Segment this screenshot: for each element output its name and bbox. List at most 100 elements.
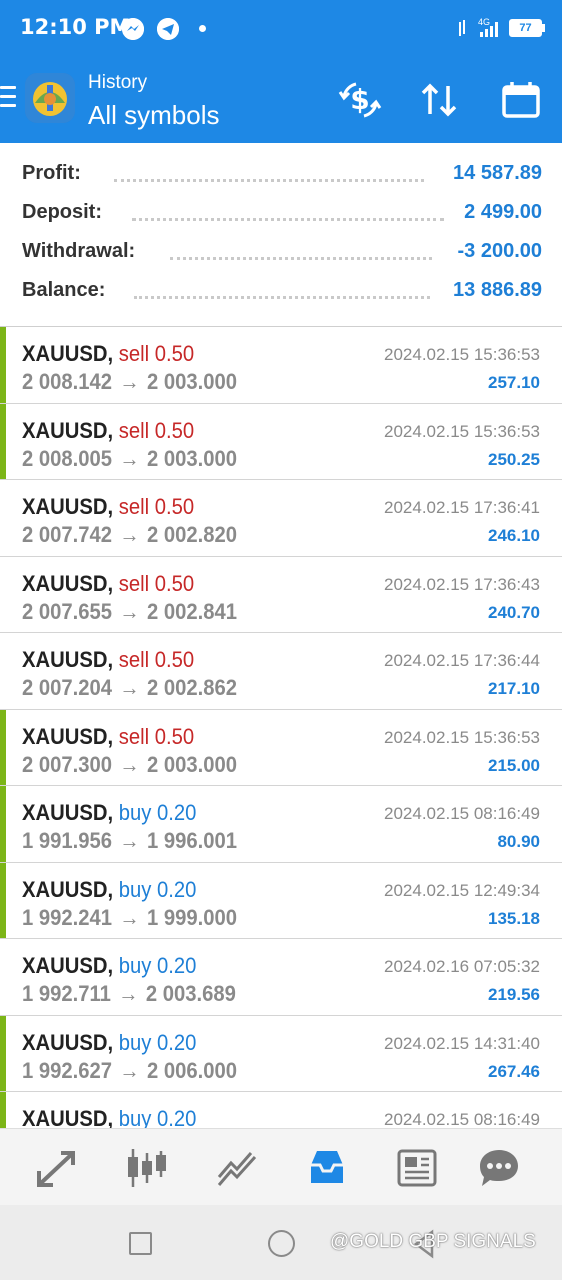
deal-type: buy bbox=[118, 1106, 152, 1128]
deal-close-price: 2 002.841 bbox=[147, 598, 238, 624]
deal-prices: 1 992.711 → 2 003.689 bbox=[22, 981, 236, 1007]
deal-open-price: 2 007.204 bbox=[22, 675, 113, 700]
deal-prices: 1 992.627 → 2 006.000 bbox=[22, 1058, 237, 1084]
quotes-icon[interactable] bbox=[35, 1147, 79, 1189]
deal-row[interactable]: XAUUSD, buy 0.20 1 991.956 → 1 996.001 2024.… bbox=[0, 786, 562, 863]
app-logo bbox=[25, 73, 75, 123]
deal-type: sell bbox=[118, 417, 150, 443]
price-arrow: → bbox=[119, 522, 140, 547]
leader-dots bbox=[134, 296, 430, 299]
deal-row[interactable]: XAUUSD, sell 0.50 2 008.142 → 2 003.000 2024… bbox=[0, 327, 562, 404]
battery-icon: 77 bbox=[509, 19, 542, 37]
balance-value: 13 886.89 bbox=[453, 279, 542, 301]
deal-type: buy bbox=[118, 800, 152, 825]
deal-time: 2024.02.16 07:05:32 bbox=[384, 957, 540, 976]
deal-symbol-line: XAUUSD, sell 0.50 bbox=[22, 418, 194, 444]
deal-prices: 1 991.956 → 1 996.001 bbox=[22, 828, 237, 854]
deal-symbol-line: XAUUSD, buy 0.20 bbox=[22, 953, 196, 979]
chat-icon[interactable] bbox=[477, 1147, 521, 1189]
price-arrow: → bbox=[119, 1057, 140, 1083]
recents-button[interactable] bbox=[129, 1232, 152, 1255]
deal-close-price: 2 003.000 bbox=[147, 751, 238, 777]
trade-icon[interactable] bbox=[215, 1147, 259, 1189]
deal-time: 2024.02.15 08:16:49 bbox=[384, 804, 540, 823]
deal-symbol: XAUUSD, bbox=[22, 1106, 114, 1128]
deal-close-price: 2 002.820 bbox=[147, 522, 238, 547]
menu-icon[interactable] bbox=[0, 86, 16, 108]
deal-profit: 250.25 bbox=[488, 449, 540, 469]
deal-row[interactable]: XAUUSD, sell 0.50 2 007.742 → 2 002.820 2024… bbox=[0, 480, 562, 557]
deal-profit: 267.46 bbox=[488, 1061, 540, 1081]
deal-row[interactable]: XAUUSD, sell 0.50 2 007.204 → 2 002.862 2024… bbox=[0, 633, 562, 710]
profit-row: Profit: 14 587.89 bbox=[22, 152, 542, 186]
deal-row[interactable]: XAUUSD, sell 0.50 2 008.005 → 2 003.000 2024… bbox=[0, 403, 562, 480]
deal-close-price: 2 003.689 bbox=[145, 981, 236, 1006]
deal-volume: 0.20 bbox=[157, 953, 197, 978]
deal-type: sell bbox=[118, 647, 150, 672]
deal-volume: 0.20 bbox=[157, 876, 197, 902]
deal-indicator-bar bbox=[0, 709, 6, 785]
deal-volume: 0.20 bbox=[157, 1029, 197, 1055]
deal-time: 2024.02.15 15:36:53 bbox=[384, 727, 540, 747]
deal-symbol: XAUUSD, bbox=[22, 953, 114, 978]
deal-symbol-line: XAUUSD, buy 0.20 bbox=[22, 800, 196, 826]
deal-type: sell bbox=[118, 494, 150, 519]
deal-prices: 2 007.300 → 2 003.000 bbox=[22, 752, 237, 778]
leader-dots bbox=[170, 257, 432, 260]
deal-type: sell bbox=[118, 570, 150, 596]
deal-symbol: XAUUSD, bbox=[22, 417, 114, 443]
deal-open-price: 2 008.005 bbox=[22, 445, 113, 471]
notification-dot bbox=[199, 25, 206, 32]
deal-time: 2024.02.15 17:36:41 bbox=[384, 498, 540, 517]
watermark-text: @GOLD GBP SIGNALS bbox=[330, 1231, 536, 1252]
deal-list[interactable]: XAUUSD, sell 0.50 2 008.142 → 2 003.000 2024… bbox=[0, 327, 562, 1128]
deal-symbol-line: XAUUSD, sell 0.50 bbox=[22, 571, 194, 597]
bottom-navigation bbox=[0, 1128, 562, 1205]
deal-indicator-bar bbox=[0, 327, 6, 403]
deal-row[interactable]: XAUUSD, buy 0.20 1 992.627 → 2 006.000 2024.… bbox=[0, 1015, 562, 1092]
news-icon[interactable] bbox=[395, 1147, 439, 1189]
deal-open-price: 2 007.655 bbox=[22, 598, 113, 624]
balance-row: Balance: 13 886.89 bbox=[22, 269, 542, 303]
deal-prices: 2 007.204 → 2 002.862 bbox=[22, 675, 237, 701]
deal-row[interactable]: XAUUSD, sell 0.50 2 007.655 → 2 002.841 2024… bbox=[0, 556, 562, 633]
deal-time: 2024.02.15 15:36:53 bbox=[384, 421, 540, 441]
battery-nub bbox=[542, 24, 545, 32]
history-icon[interactable] bbox=[305, 1147, 349, 1189]
deal-profit: 217.10 bbox=[488, 679, 540, 698]
leader-dots bbox=[132, 218, 444, 221]
deal-time: 2024.02.15 08:16:49 bbox=[384, 1110, 540, 1128]
deal-open-price: 1 992.711 bbox=[22, 981, 111, 1006]
deal-symbol-line: XAUUSD, sell 0.50 bbox=[22, 341, 194, 367]
price-arrow: → bbox=[119, 369, 140, 394]
deal-volume: 0.50 bbox=[154, 494, 195, 519]
deal-volume: 0.50 bbox=[154, 417, 195, 443]
deal-row[interactable]: XAUUSD, buy 0.20 1 992.241 → 1 999.000 2024.… bbox=[0, 862, 562, 939]
profit-label: Profit: bbox=[22, 162, 85, 185]
screen-subtitle: History bbox=[88, 72, 148, 93]
leader-dots bbox=[114, 179, 424, 182]
network-label: 4G bbox=[478, 17, 490, 27]
deal-prices: 2 008.005 → 2 003.000 bbox=[22, 446, 237, 472]
deal-prices: 2 007.742 → 2 002.820 bbox=[22, 522, 237, 548]
calendar-icon[interactable] bbox=[499, 78, 543, 122]
deal-time: 2024.02.15 15:36:53 bbox=[384, 345, 540, 364]
deposit-withdraw-icon[interactable]: $ bbox=[338, 78, 382, 122]
deal-row[interactable]: XAUUSD, sell 0.50 2 007.300 → 2 003.000 2024… bbox=[0, 709, 562, 786]
deal-symbol: XAUUSD, bbox=[22, 647, 114, 672]
sort-icon[interactable] bbox=[418, 78, 462, 122]
deal-open-price: 1 992.627 bbox=[22, 1057, 113, 1083]
deal-prices: 2 008.142 → 2 003.000 bbox=[22, 369, 237, 395]
deal-close-price: 2 003.000 bbox=[147, 445, 238, 471]
home-button[interactable] bbox=[268, 1230, 295, 1257]
deposit-value: 2 499.00 bbox=[464, 201, 542, 223]
chart-icon[interactable] bbox=[125, 1147, 169, 1189]
screen-title[interactable]: All symbols bbox=[88, 100, 219, 131]
deal-indicator-bar bbox=[0, 786, 6, 862]
deal-row[interactable]: XAUUSD, buy 0.20 2024.02.15 08:16:49 bbox=[0, 1092, 562, 1128]
deal-open-price: 2 007.300 bbox=[22, 751, 113, 777]
deal-symbol-line: XAUUSD, sell 0.50 bbox=[22, 724, 194, 750]
deal-row[interactable]: XAUUSD, buy 0.20 1 992.711 → 2 003.689 2024.… bbox=[0, 939, 562, 1016]
app-header: 12:10 PM 4G 77 History All symbols $ bbox=[0, 0, 562, 143]
deal-volume: 0.50 bbox=[154, 570, 195, 596]
